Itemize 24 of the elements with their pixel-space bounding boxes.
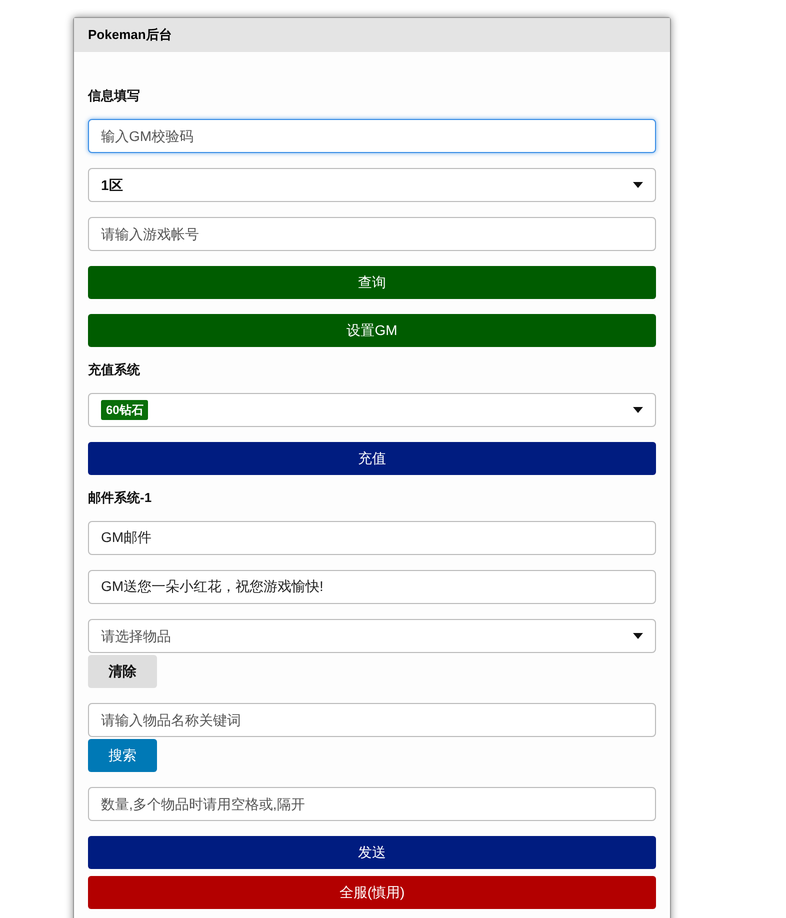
- section-heading: 信息填写: [88, 88, 141, 104]
- action-button[interactable]: 查询: [88, 266, 656, 299]
- select-field[interactable]: 1区: [88, 168, 656, 202]
- window-title: Pokeman后台: [88, 26, 172, 44]
- input-field[interactable]: GM送您一朵小红花，祝您游戏愉快!: [88, 570, 656, 604]
- action-button[interactable]: 发送: [88, 836, 656, 869]
- select-field[interactable]: 60钻石: [88, 393, 656, 427]
- input-field-focused[interactable]: 输入GM校验码: [88, 119, 656, 153]
- input-field[interactable]: 请输入物品名称关键词: [88, 703, 656, 737]
- action-button[interactable]: 充值: [88, 442, 656, 475]
- section-heading: 邮件系统-1: [88, 490, 153, 506]
- caret-icon: [633, 182, 643, 188]
- input-field[interactable]: 请输入游戏帐号: [88, 217, 656, 251]
- input-field[interactable]: 数量,多个物品时请用空格或,隔开: [88, 787, 656, 821]
- selected-tag: 60钻石: [101, 400, 148, 420]
- caret-icon: [633, 407, 643, 413]
- small-button[interactable]: 搜索: [88, 739, 157, 772]
- section-heading: 充值系统: [88, 362, 141, 378]
- input-field[interactable]: GM邮件: [88, 521, 656, 555]
- caret-icon: [633, 633, 643, 639]
- small-button[interactable]: 清除: [88, 655, 157, 688]
- action-button[interactable]: 设置GM: [88, 314, 656, 347]
- select-field[interactable]: 请选择物品: [88, 619, 656, 653]
- action-button[interactable]: 全服(慎用): [88, 876, 656, 909]
